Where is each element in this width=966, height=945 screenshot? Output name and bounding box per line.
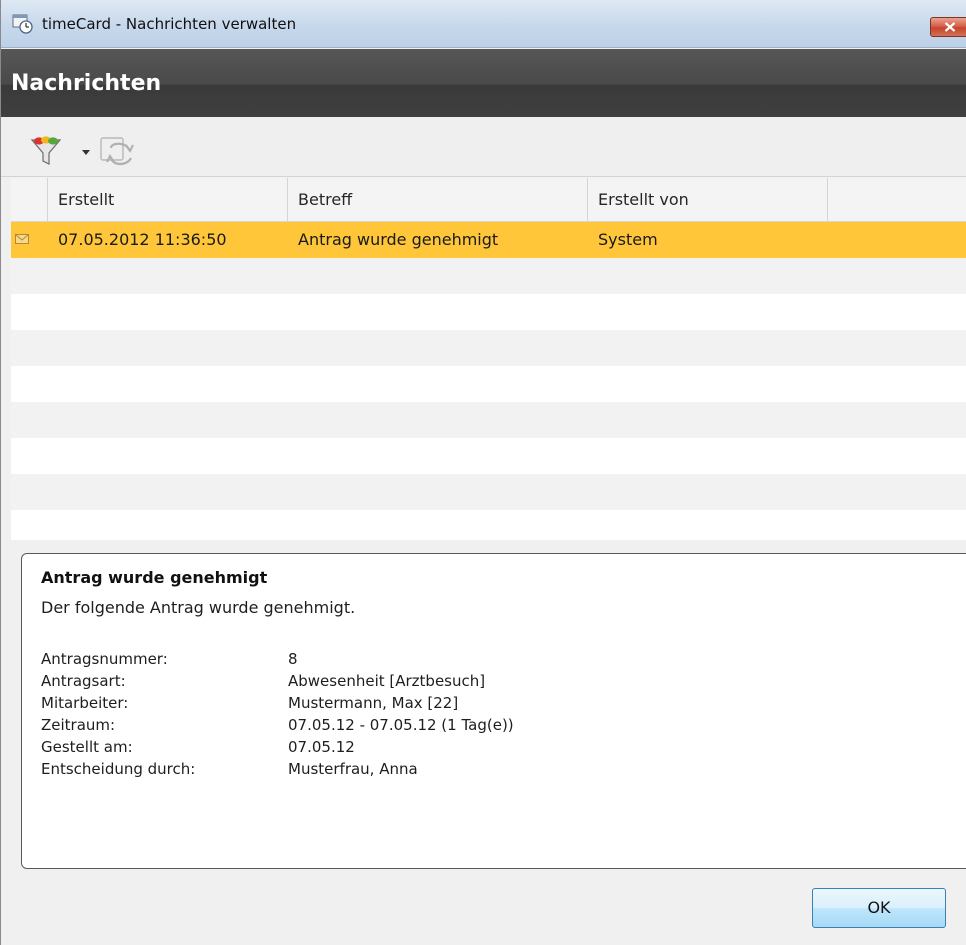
column-header-subject[interactable]: Betreff (288, 178, 588, 222)
cell-created: 07.05.2012 11:36:50 (58, 230, 227, 249)
timecard-app-icon (12, 14, 33, 34)
column-header-created-by[interactable]: Erstellt von (588, 178, 828, 222)
toolbar (1, 117, 966, 177)
empty-row (11, 258, 966, 294)
column-header-created[interactable]: Erstellt (48, 178, 288, 222)
detail-label: Mitarbeiter: (41, 694, 129, 712)
page-header: Nachrichten (1, 49, 966, 117)
column-header-extra (828, 178, 966, 222)
ok-button[interactable]: OK (812, 888, 946, 928)
message-dialog-window: timeCard - Nachrichten verwalten Nachric… (0, 0, 966, 945)
detail-label: Zeitraum: (41, 716, 116, 734)
detail-row-employee: Mitarbeiter: Mustermann, Max [22] (41, 692, 741, 714)
filter-icon[interactable] (29, 134, 63, 168)
empty-row (11, 294, 966, 330)
detail-value: 8 (288, 650, 298, 668)
close-button[interactable] (930, 17, 966, 37)
detail-row-decided-by: Entscheidung durch: Musterfrau, Anna (41, 758, 741, 780)
detail-value: 07.05.12 (288, 738, 355, 756)
message-details-panel: Antrag wurde genehmigt Der folgende Antr… (21, 553, 966, 869)
close-icon (944, 22, 956, 32)
table-header: Erstellt Betreff Erstellt von (11, 178, 966, 222)
column-header-icon[interactable] (11, 178, 48, 222)
messages-table: Erstellt Betreff Erstellt von 07.05.2012… (11, 178, 966, 540)
empty-row (11, 510, 966, 540)
message-description: Der folgende Antrag wurde genehmigt. (41, 598, 356, 617)
empty-row (11, 402, 966, 438)
dropdown-arrow-icon[interactable] (81, 148, 91, 156)
detail-label: Gestellt am: (41, 738, 133, 756)
cell-subject: Antrag wurde genehmigt (298, 230, 499, 249)
message-title: Antrag wurde genehmigt (41, 568, 268, 587)
detail-row-period: Zeitraum: 07.05.12 - 07.05.12 (1 Tag(e)) (41, 714, 741, 736)
table-row[interactable]: 07.05.2012 11:36:50 Antrag wurde genehmi… (11, 222, 966, 258)
detail-label: Entscheidung durch: (41, 760, 196, 778)
cell-created-by: System (598, 230, 658, 249)
empty-row (11, 438, 966, 474)
empty-row (11, 366, 966, 402)
detail-label: Antragsart: (41, 672, 126, 690)
detail-value: 07.05.12 - 07.05.12 (1 Tag(e)) (288, 716, 514, 734)
refresh-icon[interactable] (97, 134, 139, 170)
empty-row (11, 330, 966, 366)
detail-row-request-type: Antragsart: Abwesenheit [Arztbesuch] (41, 670, 741, 692)
empty-row (11, 474, 966, 510)
detail-value: Mustermann, Max [22] (288, 694, 459, 712)
detail-row-submitted-on: Gestellt am: 07.05.12 (41, 736, 741, 758)
detail-value: Abwesenheit [Arztbesuch] (288, 672, 486, 690)
title-bar[interactable]: timeCard - Nachrichten verwalten (1, 0, 966, 48)
detail-row-request-number: Antragsnummer: 8 (41, 648, 741, 670)
page-title: Nachrichten (11, 71, 162, 96)
detail-label: Antragsnummer: (41, 650, 168, 668)
detail-value: Musterfrau, Anna (288, 760, 418, 778)
envelope-icon (15, 234, 29, 244)
window-title: timeCard - Nachrichten verwalten (42, 15, 297, 33)
